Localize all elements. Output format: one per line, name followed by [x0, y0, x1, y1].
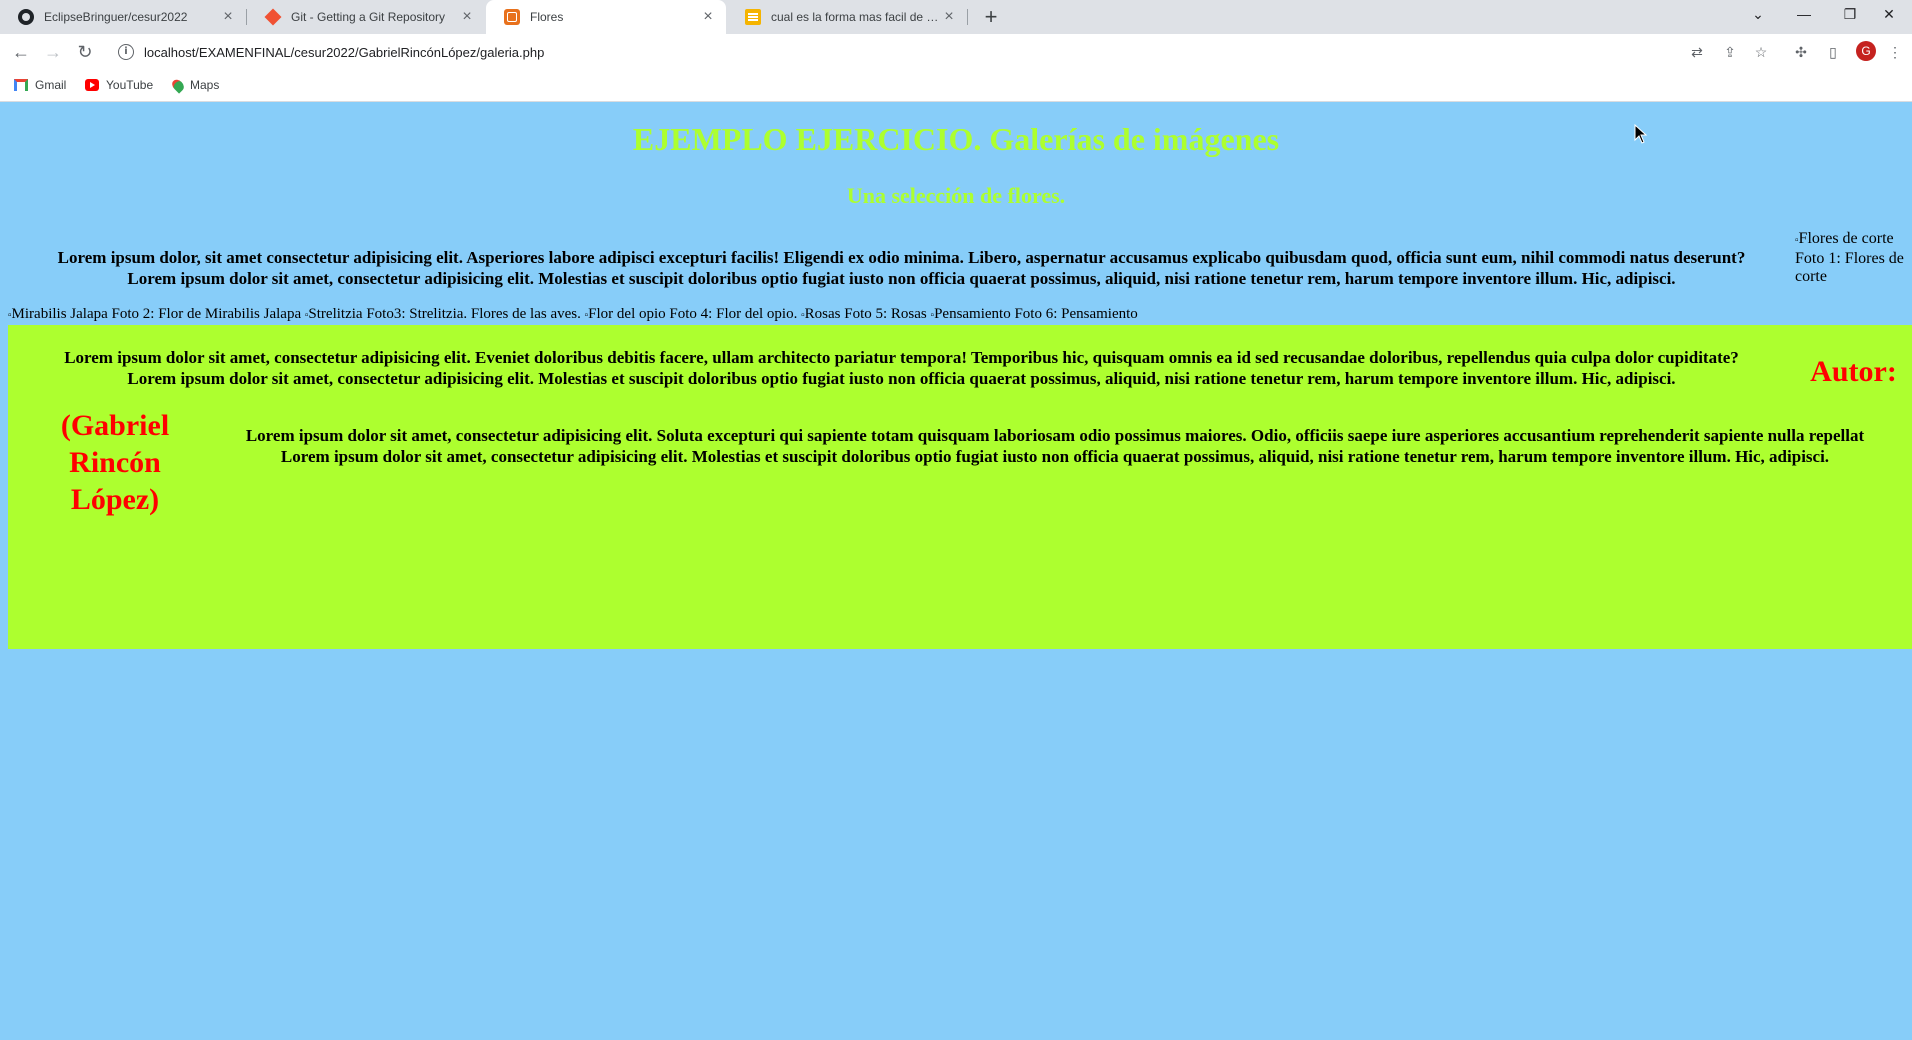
paragraph-line: Lorem ipsum dolor sit amet, consectetur … — [64, 348, 1739, 367]
forward-arrow-icon[interactable]: → — [41, 40, 65, 64]
page-title: EJEMPLO EJERCICIO. Galerías de imágenes — [632, 121, 1280, 157]
youtube-icon — [85, 79, 99, 91]
info-icon[interactable]: i — [118, 44, 134, 60]
gallery-item: ▫Flor del opio Foto 4: Flor del opio. — [585, 306, 798, 322]
intro-line: Lorem ipsum dolor sit amet, consectetur … — [127, 269, 1676, 288]
intro-paragraph: Lorem ipsum dolor, sit amet consectetur … — [8, 247, 1795, 289]
browser-toolbar: ← → ↻ i localhost/EXAMENFINAL/cesur2022/… — [0, 34, 1912, 70]
figure-caption: Foto 2: Flor de Mirabilis Jalapa — [111, 306, 302, 322]
bookmark-gmail[interactable]: Gmail — [14, 78, 66, 92]
bookmark-maps[interactable]: Maps — [169, 76, 220, 94]
image-alt: Pensamiento — [934, 306, 1011, 322]
gallery-item: ▫Rosas Foto 5: Rosas — [801, 306, 927, 322]
back-arrow-icon[interactable]: ← — [9, 40, 33, 64]
broken-image-icon: ▫Flores de corte — [1795, 230, 1894, 247]
reload-icon[interactable]: ↻ — [73, 40, 97, 64]
image-alt: Rosas — [804, 306, 841, 322]
page-content: EJEMPLO EJERCICIO. Galerías de imágenes … — [0, 103, 1912, 1040]
section-paragraph: Lorem ipsum dolor sit amet, consectetur … — [198, 425, 1912, 467]
close-icon[interactable]: × — [220, 8, 236, 26]
intro-line: Lorem ipsum dolor, sit amet consectetur … — [57, 248, 1746, 267]
author-name: (Gabriel Rincón López) — [60, 409, 170, 516]
side-panel-icon[interactable]: ▯ — [1824, 43, 1842, 61]
close-icon[interactable]: × — [941, 8, 957, 26]
tab-title: Flores — [530, 10, 564, 24]
minimize-icon[interactable]: — — [1781, 0, 1827, 30]
gallery-item: ▫Strelitzia Foto3: Strelitzia. Flores de… — [305, 306, 581, 322]
figure-caption: Foto 5: Rosas — [844, 306, 927, 322]
gallery-item: ▫Mirabilis Jalapa Foto 2: Flor de Mirabi… — [8, 306, 301, 322]
tab-github[interactable]: EclipseBringuer/cesur2022 × — [0, 0, 246, 34]
address-bar[interactable]: i localhost/EXAMENFINAL/cesur2022/Gabrie… — [108, 37, 1798, 67]
close-icon[interactable]: × — [459, 8, 475, 26]
tab-separator — [967, 9, 968, 25]
tab-strip: EclipseBringuer/cesur2022 × Git - Gettin… — [0, 0, 1912, 34]
tab-git[interactable]: Git - Getting a Git Repository × — [247, 0, 485, 34]
profile-avatar[interactable]: G — [1856, 41, 1876, 61]
author-section: Lorem ipsum dolor sit amet, consectetur … — [8, 325, 1912, 649]
side-figure: ▫Flores de corte Foto 1: Flores de corte — [1795, 230, 1911, 286]
translate-icon[interactable]: ⇄ — [1688, 43, 1706, 61]
document-icon — [745, 9, 761, 25]
bookmark-label: Maps — [190, 78, 220, 92]
author-label: Autor: — [1810, 355, 1897, 388]
tab-title: cual es la forma mas facil de colo — [771, 10, 941, 24]
image-alt: Flores de corte — [1798, 230, 1894, 247]
maps-pin-icon — [169, 76, 187, 94]
github-icon — [18, 9, 34, 25]
new-tab-button[interactable]: + — [978, 5, 1004, 29]
page-icon — [504, 9, 520, 25]
bookmark-star-icon[interactable]: ☆ — [1752, 43, 1770, 61]
tab-search[interactable]: cual es la forma mas facil de colo × — [727, 0, 967, 34]
close-icon[interactable]: × — [700, 8, 716, 26]
paragraph-line: Lorem ipsum dolor sit amet, consectetur … — [280, 447, 1830, 466]
paragraph-line: Lorem ipsum dolor sit amet, consectetur … — [127, 369, 1676, 388]
share-icon[interactable]: ⇪ — [1721, 43, 1739, 61]
bookmark-label: Gmail — [35, 78, 67, 92]
image-alt: Strelitzia — [308, 306, 363, 322]
image-alt: Flor del opio — [588, 306, 666, 322]
section-paragraph: Lorem ipsum dolor sit amet, consectetur … — [8, 347, 1795, 389]
extensions-icon[interactable]: ✣ — [1792, 43, 1810, 61]
image-alt: Mirabilis Jalapa — [11, 306, 108, 322]
gallery-item: ▫Pensamiento Foto 6: Pensamiento — [931, 306, 1138, 322]
figure-caption: Foto 4: Flor del opio. — [669, 306, 798, 322]
tab-flores[interactable]: Flores × — [486, 0, 726, 34]
menu-icon[interactable]: ⋮ — [1886, 43, 1904, 61]
git-icon — [264, 8, 282, 26]
gmail-icon — [14, 79, 28, 91]
paragraph-line: Lorem ipsum dolor sit amet, consectetur … — [245, 426, 1865, 445]
window-close-icon[interactable]: ✕ — [1866, 0, 1912, 30]
bookmark-label: YouTube — [106, 78, 154, 92]
bookmark-youtube[interactable]: YouTube — [85, 78, 153, 92]
page-subtitle: Una selección de flores. — [846, 183, 1066, 208]
bookmarks-bar: Gmail YouTube Maps — [0, 70, 1912, 102]
figure-caption: Foto3: Strelitzia. Flores de las aves. — [366, 306, 581, 322]
figure-caption: Foto 6: Pensamiento — [1014, 306, 1138, 322]
tab-search-dropdown-icon[interactable]: ⌄ — [1735, 0, 1781, 30]
tab-title: Git - Getting a Git Repository — [291, 10, 446, 24]
image-gallery: ▫Mirabilis Jalapa Foto 2: Flor de Mirabi… — [8, 306, 1912, 323]
tab-title: EclipseBringuer/cesur2022 — [44, 10, 188, 24]
url-text[interactable]: localhost/EXAMENFINAL/cesur2022/GabrielR… — [144, 45, 544, 60]
figure-caption: Foto 1: Flores de corte — [1795, 250, 1904, 285]
